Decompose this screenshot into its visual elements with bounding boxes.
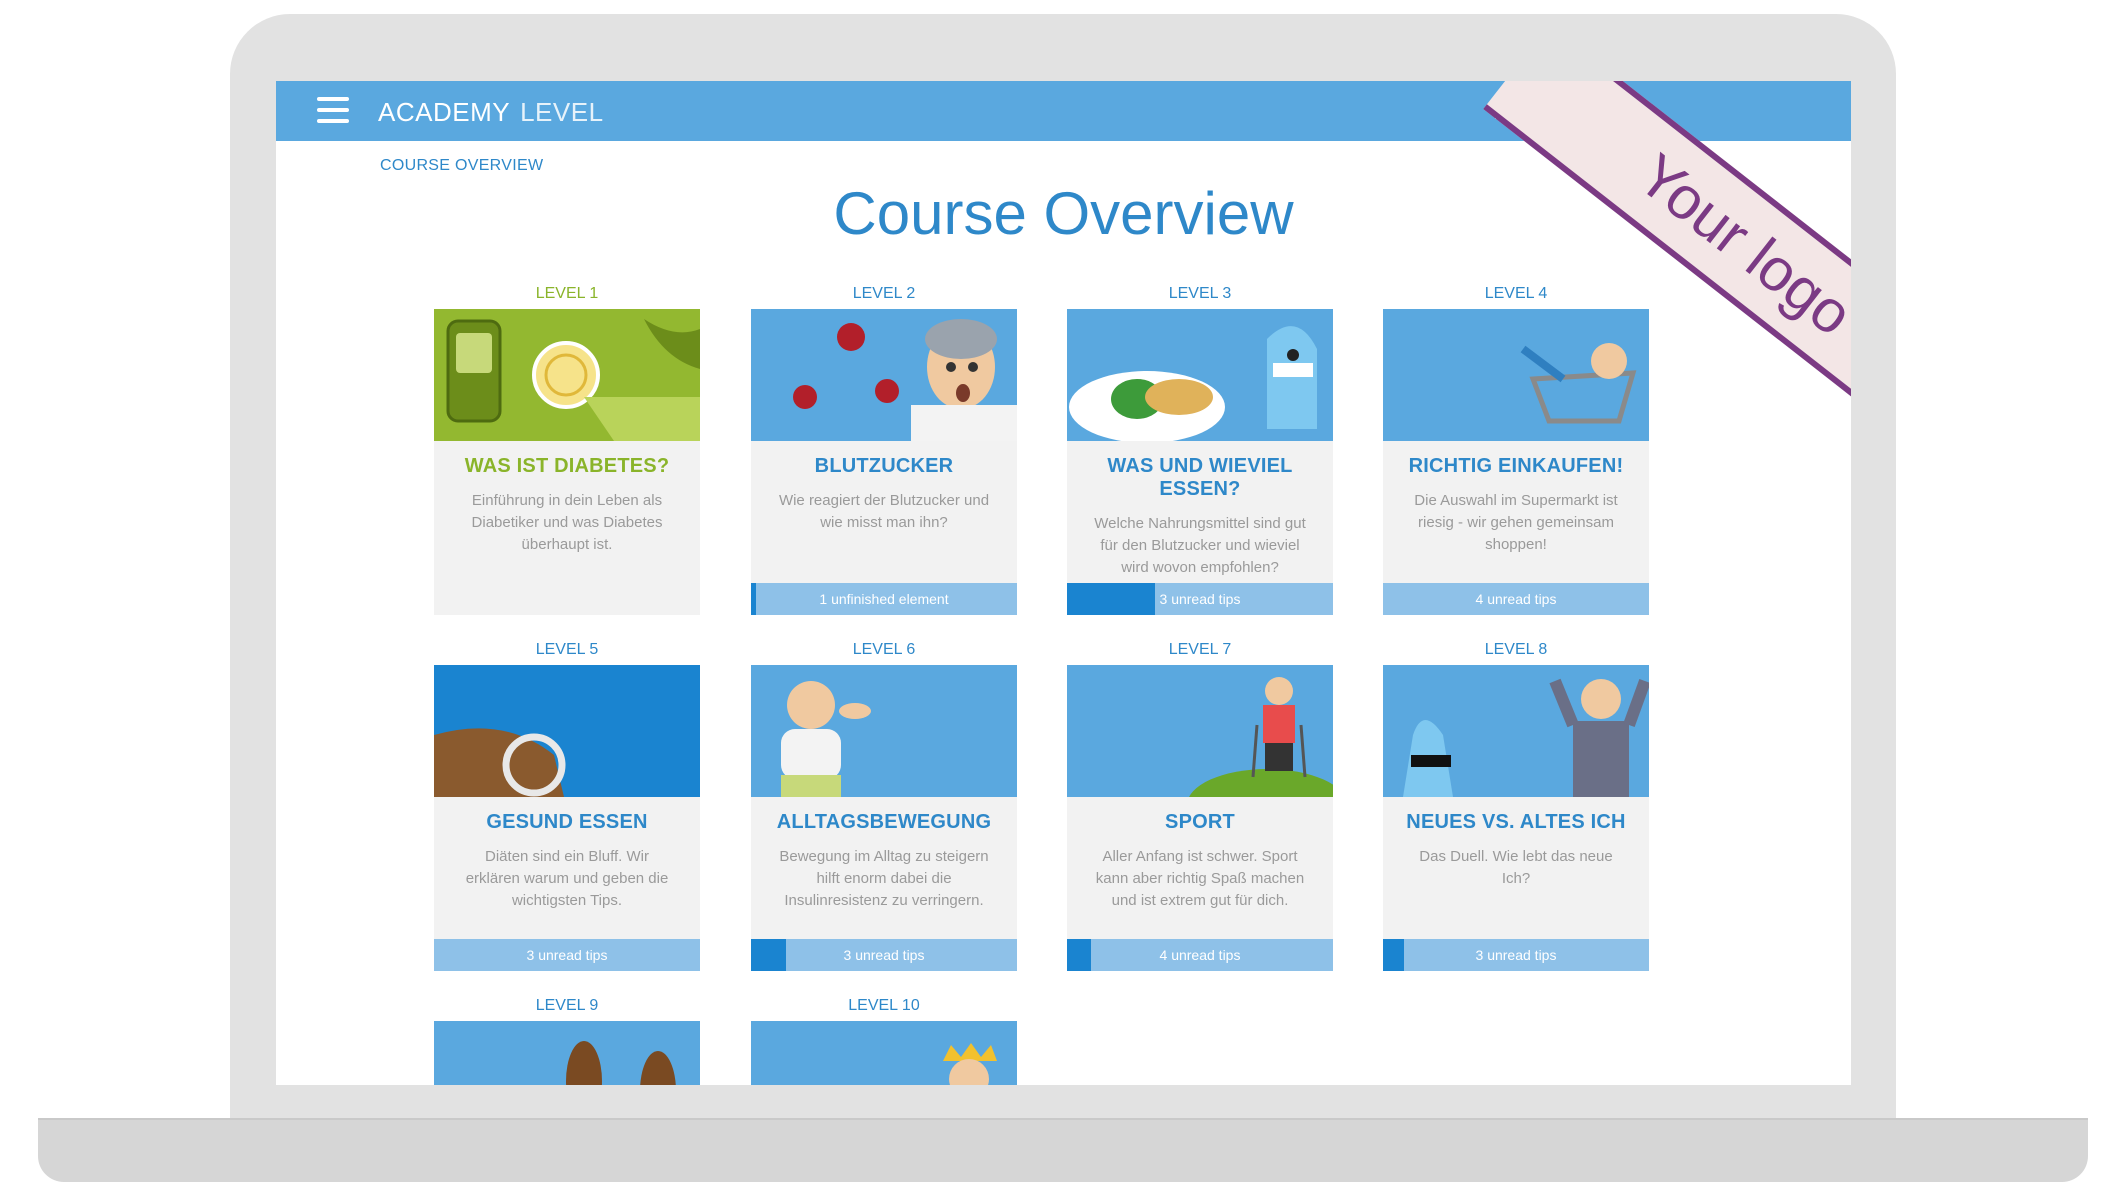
logo-ribbon-band: Your logo (1483, 81, 1851, 461)
course-description: Wie reagiert der Blutzucker und wie miss… (778, 492, 990, 531)
brand-name: ACADEMY (378, 97, 511, 127)
logo-ribbon: Your logo (1350, 81, 1851, 461)
course-image (434, 665, 700, 797)
hamburger-menu-icon[interactable] (317, 97, 349, 123)
course-image (1067, 665, 1333, 797)
course-status-bar: 3 unread tips (1383, 939, 1649, 971)
course-image (1067, 309, 1333, 441)
course-image (751, 309, 1017, 441)
course-status-bar: 3 unread tips (1067, 583, 1333, 615)
level-label: LEVEL 5 (535, 641, 599, 658)
course-description: Diäten sind ein Bluff. Wir erklären waru… (465, 848, 669, 909)
app-brand: ACADEMY LEVEL (378, 97, 604, 128)
course-description: Welche Nahrungsmittel sind gut für den B… (1094, 515, 1306, 576)
course-status-bar: 4 unread tips (1067, 939, 1333, 971)
level-label: LEVEL 2 (852, 285, 916, 302)
course-card-level-3[interactable]: WAS UND WIEVIEL ESSEN? Welche Nahrungsmi… (1067, 309, 1333, 615)
course-title: ALLTAGSBEWEGUNG (776, 811, 992, 833)
course-image (1383, 665, 1649, 797)
course-card-level-8[interactable]: NEUES VS. ALTES ICH Das Duell. Wie lebt … (1383, 665, 1649, 971)
course-card-level-9[interactable] (434, 1021, 700, 1085)
course-title: WAS IST DIABETES? (464, 455, 670, 477)
course-description: Aller Anfang ist schwer. Sport kann aber… (1095, 848, 1305, 909)
course-status-bar: 1 unfinished element (751, 583, 1017, 615)
course-status-bar: 3 unread tips (751, 939, 1017, 971)
level-label: LEVEL 1 (535, 285, 599, 302)
level-label: LEVEL 8 (1484, 641, 1548, 658)
level-label: LEVEL 3 (1168, 285, 1232, 302)
course-description: Einführung in dein Leben als Diabetiker … (471, 492, 663, 553)
course-title: GESUND ESSEN (486, 811, 648, 833)
status-text: 4 unread tips (1159, 947, 1241, 963)
status-text: 4 unread tips (1475, 591, 1557, 607)
brand-sub: LEVEL (520, 97, 604, 127)
course-title: WAS UND WIEVIEL ESSEN? (1107, 455, 1293, 500)
level-label: LEVEL 6 (852, 641, 916, 658)
progress-fill (1067, 583, 1155, 615)
laptop-base (38, 1120, 2088, 1182)
level-label: LEVEL 9 (535, 997, 599, 1014)
course-title: BLUTZUCKER (814, 455, 954, 477)
course-card-level-10[interactable] (751, 1021, 1017, 1085)
progress-fill (751, 939, 786, 971)
course-image (434, 309, 700, 441)
course-status-bar: 3 unread tips (434, 939, 700, 971)
course-description: Bewegung im Alltag zu steigern hilft eno… (779, 848, 989, 909)
progress-fill (1067, 939, 1091, 971)
level-label: LEVEL 10 (848, 997, 920, 1014)
status-text: 3 unread tips (1475, 947, 1557, 963)
logo-placeholder-text: Your logo (1625, 140, 1851, 349)
course-card-level-2[interactable]: BLUTZUCKER Wie reagiert der Blutzucker u… (751, 309, 1017, 615)
course-image (434, 1021, 700, 1085)
breadcrumb[interactable]: COURSE OVERVIEW (380, 157, 543, 175)
progress-fill (1383, 939, 1405, 971)
status-text: 3 unread tips (843, 947, 925, 963)
course-card-level-5[interactable]: GESUND ESSEN Diäten sind ein Bluff. Wir … (434, 665, 700, 971)
status-text: 3 unread tips (1159, 591, 1241, 607)
status-text: 3 unread tips (526, 947, 608, 963)
course-image (751, 665, 1017, 797)
progress-fill (751, 583, 757, 615)
level-label: LEVEL 7 (1168, 641, 1232, 658)
course-description: Das Duell. Wie lebt das neue Ich? (1419, 848, 1613, 887)
course-status-bar: 4 unread tips (1383, 583, 1649, 615)
course-card-level-1[interactable]: WAS IST DIABETES? Einführung in dein Leb… (434, 309, 700, 615)
course-image (751, 1021, 1017, 1085)
course-title: SPORT (1165, 811, 1235, 833)
course-card-level-6[interactable]: ALLTAGSBEWEGUNG Bewegung im Alltag zu st… (751, 665, 1017, 971)
course-title: NEUES VS. ALTES ICH (1406, 811, 1626, 833)
course-card-level-7[interactable]: SPORT Aller Anfang ist schwer. Sport kan… (1067, 665, 1333, 971)
course-description: Die Auswahl im Supermarkt ist riesig - w… (1414, 492, 1618, 553)
status-text: 1 unfinished element (819, 591, 949, 607)
